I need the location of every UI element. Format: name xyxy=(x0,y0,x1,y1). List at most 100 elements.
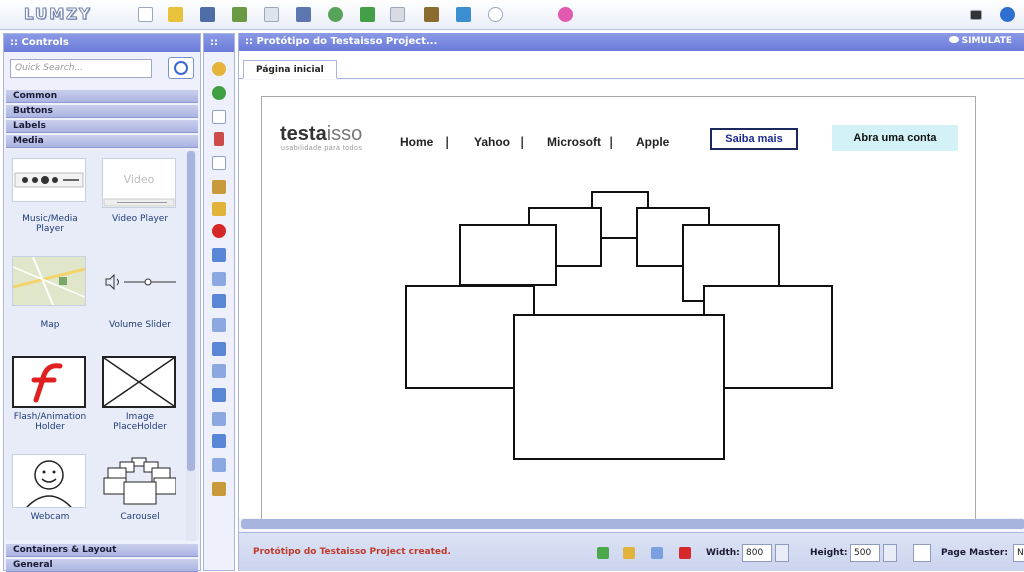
delete-icon[interactable] xyxy=(212,224,226,238)
align-top-icon[interactable] xyxy=(212,364,226,378)
duplicate-icon[interactable] xyxy=(212,156,226,170)
tab-pagina-inicial[interactable]: Página inicial xyxy=(243,60,337,79)
clipboard-icon[interactable] xyxy=(424,7,439,22)
volume-slider-label: Volume Slider xyxy=(109,320,171,330)
controls-panel: :: Controls Quick Search... Common Butto… xyxy=(3,33,201,572)
mockup-tagline: usabilidade para todos xyxy=(281,145,363,152)
background-color-swatch[interactable] xyxy=(913,544,931,562)
save-all-icon[interactable] xyxy=(232,7,247,22)
mockup-saiba-mais-button[interactable]: Saiba mais xyxy=(710,128,798,150)
align-left-icon[interactable] xyxy=(212,342,226,356)
copy-page-icon[interactable] xyxy=(651,547,663,559)
map-icon[interactable] xyxy=(12,256,86,306)
canvas-horizontal-scrollbar[interactable] xyxy=(241,519,1024,529)
align-icon[interactable] xyxy=(212,248,226,262)
media-player-label: Music/Media Player xyxy=(22,214,78,234)
carousel-icon[interactable] xyxy=(102,454,177,508)
height-input[interactable]: 500 xyxy=(850,544,880,562)
send-backward-icon[interactable] xyxy=(212,294,226,308)
open-folder-icon[interactable] xyxy=(296,7,311,22)
refresh-search-button[interactable] xyxy=(168,57,194,79)
image-placeholder-icon[interactable] xyxy=(102,356,176,408)
add-page-icon[interactable] xyxy=(597,547,609,559)
mockup-page[interactable]: testaisso usabilidade para todos Home | … xyxy=(261,96,976,526)
help-icon[interactable] xyxy=(1000,7,1015,22)
mockup-nav-separator: | xyxy=(445,135,450,149)
page-master-label: Page Master: xyxy=(941,548,1008,558)
app-logo: LUMZY xyxy=(24,5,92,24)
volume-slider-icon[interactable] xyxy=(102,272,178,292)
video-player-label: Video Player xyxy=(111,214,169,224)
mockup-nav-separator: | xyxy=(520,135,525,149)
status-bar: Protótipo do Testaisso Project created. … xyxy=(239,532,1024,571)
swap-icon[interactable] xyxy=(212,318,226,332)
controls-scrollbar-thumb[interactable] xyxy=(187,151,195,471)
flash-icon[interactable] xyxy=(12,356,86,408)
copy-icon[interactable] xyxy=(212,110,226,124)
width-input[interactable]: 800 xyxy=(742,544,772,562)
quick-search-input[interactable]: Quick Search... xyxy=(10,59,152,78)
new-file-icon[interactable] xyxy=(138,7,153,22)
main-panel: :: Protótipo do Testaisso Project... SIM… xyxy=(238,33,1024,571)
bring-forward-icon[interactable] xyxy=(212,272,226,286)
print-icon[interactable] xyxy=(390,7,405,22)
height-stepper[interactable] xyxy=(883,544,897,562)
mockup-abra-conta-button[interactable]: Abra uma conta xyxy=(832,125,958,151)
align-bottom-icon[interactable] xyxy=(212,388,226,402)
distribute-icon[interactable] xyxy=(212,412,226,426)
category-common[interactable]: Common xyxy=(6,89,198,103)
mockup-nav-yahoo[interactable]: Yahoo xyxy=(474,135,510,149)
main-panel-header: :: Protótipo do Testaisso Project... xyxy=(239,33,1024,51)
media-player-icon[interactable] xyxy=(12,158,86,202)
height-label: Height: xyxy=(810,548,848,558)
category-containers-layout[interactable]: Containers & Layout xyxy=(6,543,198,557)
category-buttons[interactable]: Buttons xyxy=(6,104,198,118)
add-user-icon[interactable] xyxy=(456,7,471,22)
edit-page-icon[interactable] xyxy=(623,547,635,559)
image-placeholder-label: Image PlaceHolder xyxy=(113,412,167,432)
design-canvas[interactable]: testaisso usabilidade para todos Home | … xyxy=(239,80,1024,526)
refresh-icon xyxy=(174,61,188,75)
tools-panel: :: xyxy=(203,33,235,571)
carousel-frame[interactable] xyxy=(459,224,557,286)
lock-icon[interactable] xyxy=(212,202,226,216)
redo-icon[interactable] xyxy=(212,86,226,100)
page-master-select[interactable]: N xyxy=(1013,544,1024,562)
top-toolbar: LUMZY xyxy=(0,0,1024,30)
ungroup-icon[interactable] xyxy=(212,458,226,472)
simulate-button[interactable]: SIMULATE xyxy=(948,36,1012,46)
save-icon[interactable] xyxy=(200,7,215,22)
delete-page-icon[interactable] xyxy=(679,547,691,559)
category-general[interactable]: General xyxy=(6,558,198,572)
undo-icon[interactable] xyxy=(212,62,226,76)
piggy-bank-icon[interactable] xyxy=(558,7,573,22)
mockup-nav-apple[interactable]: Apple xyxy=(636,135,669,149)
paste-icon[interactable] xyxy=(212,180,226,194)
upload-icon[interactable] xyxy=(168,7,183,22)
project-title: :: Protótipo do Testaisso Project... xyxy=(245,36,438,47)
mockup-brand[interactable]: testaisso xyxy=(280,123,362,146)
video-player-icon[interactable]: Video xyxy=(102,158,176,208)
mockup-nav-separator: | xyxy=(609,135,614,149)
document-icon[interactable] xyxy=(264,7,279,22)
tools-panel-header: :: xyxy=(204,34,234,52)
image-tool-icon[interactable] xyxy=(212,482,226,496)
media-controls-grid: Music/Media Player Video Video Player Ma… xyxy=(6,150,199,540)
cut-icon[interactable] xyxy=(214,132,224,146)
category-media[interactable]: Media xyxy=(6,134,198,148)
mockup-nav-home[interactable]: Home xyxy=(400,135,433,149)
group-icon[interactable] xyxy=(212,434,226,448)
mail-icon[interactable] xyxy=(970,10,982,20)
mockup-nav-microsoft[interactable]: Microsoft xyxy=(547,135,601,149)
width-stepper[interactable] xyxy=(775,544,789,562)
preview-icon[interactable] xyxy=(328,7,343,22)
eye-icon xyxy=(948,36,959,43)
carousel-label: Carousel xyxy=(120,512,160,522)
webcam-icon[interactable] xyxy=(12,454,86,508)
export-icon[interactable] xyxy=(360,7,375,22)
page-tabs: Página inicial xyxy=(239,51,1024,79)
carousel-frame-center[interactable] xyxy=(513,314,725,460)
status-message: Protótipo do Testaisso Project created. xyxy=(253,547,451,557)
comment-icon[interactable] xyxy=(488,7,503,22)
category-labels[interactable]: Labels xyxy=(6,119,198,133)
